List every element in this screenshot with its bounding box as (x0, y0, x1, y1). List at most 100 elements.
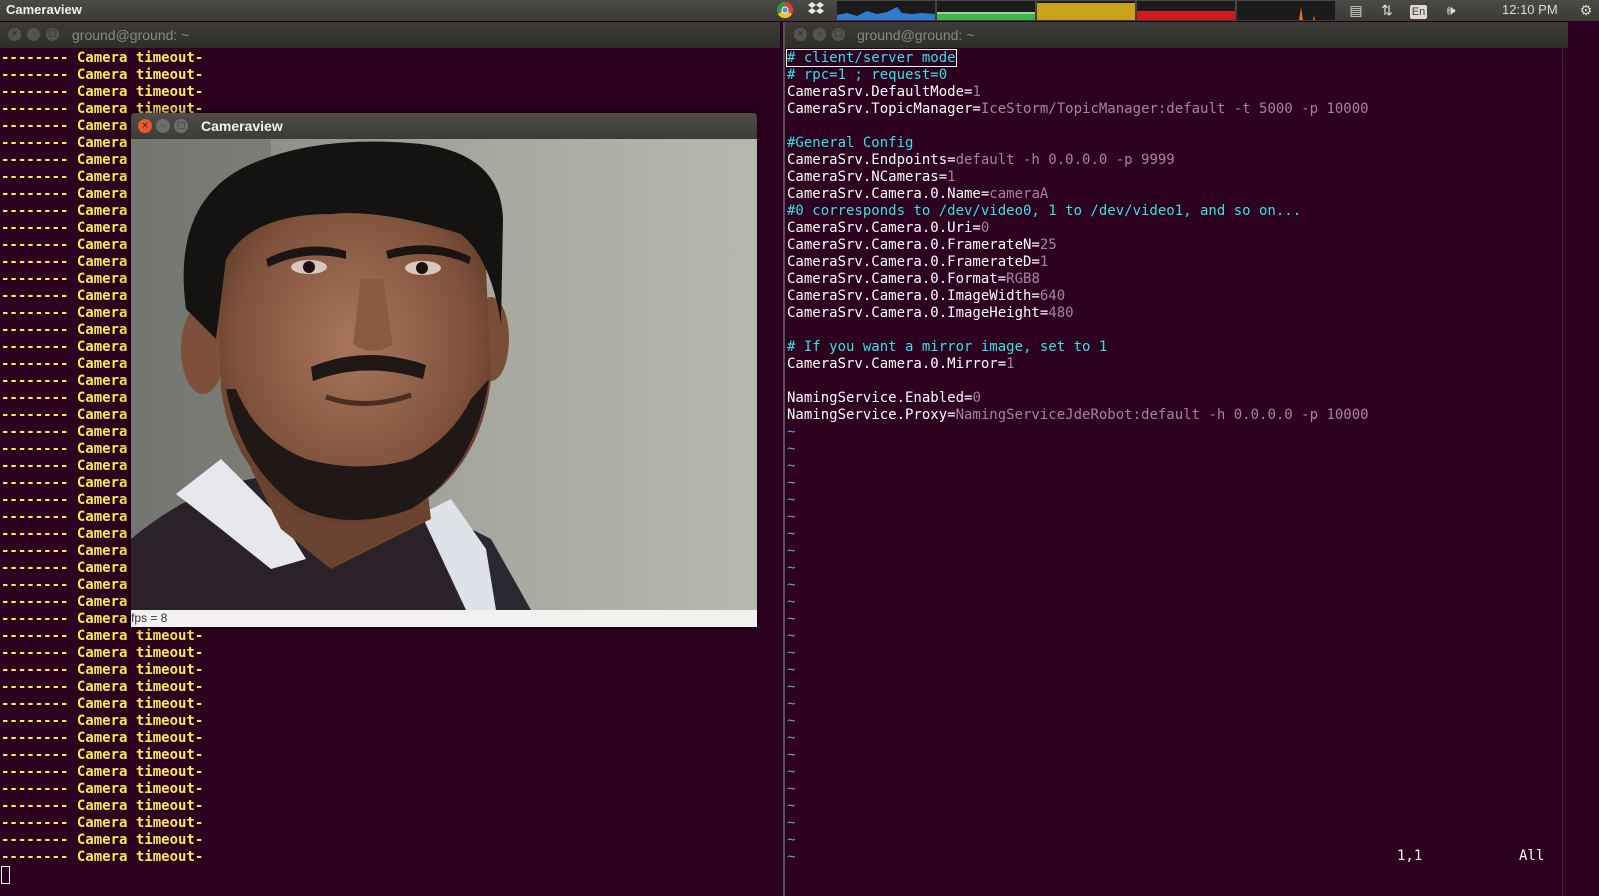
vim-empty-line-marker: ~ (787, 492, 796, 508)
terminal-output-line: -------- Camera timeout- (1, 679, 204, 695)
cameraview-titlebar[interactable]: × – □ Cameraview (131, 113, 757, 139)
terminal-output-line: -------- Camera timeout- (1, 645, 204, 661)
vim-buffer-line: CameraSrv.DefaultMode=1 (787, 84, 1568, 101)
cpu-graph (1037, 1, 1135, 20)
maximize-icon[interactable]: □ (46, 28, 59, 41)
vim-buffer-line: CameraSrv.Camera.0.ImageHeight=480 (787, 305, 1568, 322)
config-key: CameraSrv.Camera.0.FramerateN= (787, 237, 1040, 253)
vim-empty-line-marker: ~ (787, 560, 796, 576)
config-value: IceStorm/TopicManager:default -t 5000 -p… (980, 101, 1369, 117)
terminal-output-line: -------- Camera timeout- (1, 67, 204, 83)
minimize-icon[interactable]: – (813, 28, 826, 41)
close-icon[interactable]: × (794, 28, 807, 41)
vim-empty-line-marker: ~ (787, 764, 796, 780)
active-app-title: Cameraview (6, 2, 82, 17)
indicator-messages-icon[interactable]: ▤ (1346, 1, 1366, 20)
vim-buffer-line: CameraSrv.Camera.0.Name=cameraA (787, 186, 1568, 203)
maximize-icon[interactable]: □ (174, 119, 188, 133)
terminal-output-line: -------- Camera timeout- (1, 84, 204, 100)
config-key: CameraSrv.Camera.0.ImageHeight= (787, 305, 1049, 321)
vim-buffer-line: CameraSrv.NCameras=1 (787, 169, 1568, 186)
vim-editor-buffer[interactable]: # client/server mode # rpc=1 ; request=0 C… (785, 48, 1568, 896)
vim-buffer-line: CameraSrv.Camera.0.Mirror=1 (787, 356, 1568, 373)
cameraview-window[interactable]: × – □ Cameraview fps = 8 (131, 113, 757, 627)
vim-empty-line-marker: ~ (787, 441, 796, 457)
minimize-icon[interactable]: – (156, 119, 170, 133)
vim-empty-line-marker: ~ (787, 543, 796, 559)
vim-buffer-line: # client/server mode (786, 49, 1568, 67)
terminal-output-line: -------- Camera timeout- (1, 713, 204, 729)
vim-buffer-line: CameraSrv.TopicManager=IceStorm/TopicMan… (787, 101, 1568, 118)
terminal-output-line: -------- Camera timeout- (1, 781, 204, 797)
vim-empty-line-marker: ~ (787, 849, 796, 865)
config-key: CameraSrv.Camera.0.Name= (787, 186, 990, 202)
config-key: CameraSrv.Camera.0.ImageWidth= (787, 288, 1040, 304)
vim-empty-line-marker: ~ (787, 679, 796, 695)
volume-icon[interactable]: 🕪 (1440, 1, 1462, 20)
disk-graph (1137, 1, 1235, 20)
vim-empty-line-marker: ~ (787, 696, 796, 712)
close-icon[interactable]: × (138, 119, 152, 133)
vim-buffer-line (787, 322, 1568, 339)
cameraview-statusbar: fps = 8 (131, 610, 757, 627)
config-key: CameraSrv.Endpoints= (787, 152, 956, 168)
terminal-output-line: -------- Camera timeout- (1, 815, 204, 831)
maximize-icon[interactable]: □ (832, 28, 845, 41)
config-key: CameraSrv.Camera.0.Format= (787, 271, 1007, 287)
config-key: CameraSrv.TopicManager= (787, 101, 981, 117)
terminal-scrollbar[interactable] (1562, 48, 1568, 896)
chrome-icon[interactable] (775, 1, 795, 20)
config-key: CameraSrv.Camera.0.FramerateD= (787, 254, 1040, 270)
terminal-output-line: -------- Camera timeout- (1, 849, 204, 865)
vim-empty-line-marker: ~ (787, 594, 796, 610)
vim-empty-line-marker: ~ (787, 815, 796, 831)
vim-empty-line-marker: ~ (787, 832, 796, 848)
vim-empty-line-marker: ~ (787, 509, 796, 525)
cameraview-title: Cameraview (201, 118, 283, 134)
dropbox-icon[interactable] (805, 1, 827, 20)
vim-buffer-line: CameraSrv.Camera.0.FramerateD=1 (787, 254, 1568, 271)
config-key: CameraSrv.Camera.0.Uri= (787, 220, 981, 236)
vim-empty-line-marker: ~ (787, 577, 796, 593)
network-updown-icon[interactable]: ⇅ (1376, 1, 1398, 20)
vim-empty-line-marker: ~ (787, 424, 796, 440)
vim-empty-line-marker: ~ (787, 475, 796, 491)
vim-buffer-line: NamingService.Proxy=NamingServiceJdeRobo… (787, 407, 1568, 424)
terminal-output-line: -------- Camera timeout- (1, 662, 204, 678)
terminal-output-line: -------- Camera timeout- (1, 764, 204, 780)
terminal-output-line: -------- Camera timeout- (1, 747, 204, 763)
vim-buffer-line: NamingService.Enabled=0 (787, 390, 1568, 407)
clock[interactable]: 12:10 PM (1502, 2, 1558, 17)
close-icon[interactable]: × (8, 28, 21, 41)
config-value: 480 (1048, 305, 1074, 321)
terminal-output-line: -------- Camera timeout- (1, 50, 204, 66)
config-comment: #General Config (787, 135, 914, 151)
config-comment: # If you want a mirror image, set to 1 (787, 339, 1108, 355)
vim-empty-line-marker: ~ (787, 628, 796, 644)
vim-buffer-line: # If you want a mirror image, set to 1 (787, 339, 1568, 356)
vim-cursor-position: 1,1 (1397, 848, 1423, 864)
keyboard-icon[interactable]: En (1408, 1, 1429, 20)
vim-buffer-line: CameraSrv.Camera.0.FramerateN=25 (787, 237, 1568, 254)
vim-empty-line-marker: ~ (787, 781, 796, 797)
left-terminal-titlebar[interactable]: × – □ ground@ground: ~ (0, 22, 780, 48)
config-comment: #0 corresponds to /dev/video0, 1 to /dev… (787, 203, 1302, 219)
memory-graph (937, 1, 1035, 20)
config-value: 1 (947, 169, 956, 185)
left-terminal-title: ground@ground: ~ (72, 27, 190, 43)
config-key: NamingService.Proxy= (787, 407, 956, 423)
gear-icon[interactable]: ⚙ (1576, 1, 1596, 20)
keyboard-layout-label: En (1409, 5, 1428, 19)
vim-buffer-line: CameraSrv.Camera.0.Format=RGB8 (787, 271, 1568, 288)
vim-empty-line-marker: ~ (787, 611, 796, 627)
vim-scroll-indicator: All (1519, 848, 1545, 864)
terminal-cursor (1, 866, 780, 886)
vim-buffer-line: #0 corresponds to /dev/video0, 1 to /dev… (787, 203, 1568, 220)
vim-empty-line-marker: ~ (787, 713, 796, 729)
minimize-icon[interactable]: – (27, 28, 40, 41)
right-terminal-window[interactable]: × – □ ground@ground: ~ # client/server m… (783, 22, 1568, 896)
config-value: 640 (1039, 288, 1066, 304)
fps-readout: fps = 8 (131, 611, 168, 625)
vim-buffer-line: CameraSrv.Camera.0.Uri=0 (787, 220, 1568, 237)
right-terminal-titlebar[interactable]: × – □ ground@ground: ~ (785, 22, 1568, 48)
